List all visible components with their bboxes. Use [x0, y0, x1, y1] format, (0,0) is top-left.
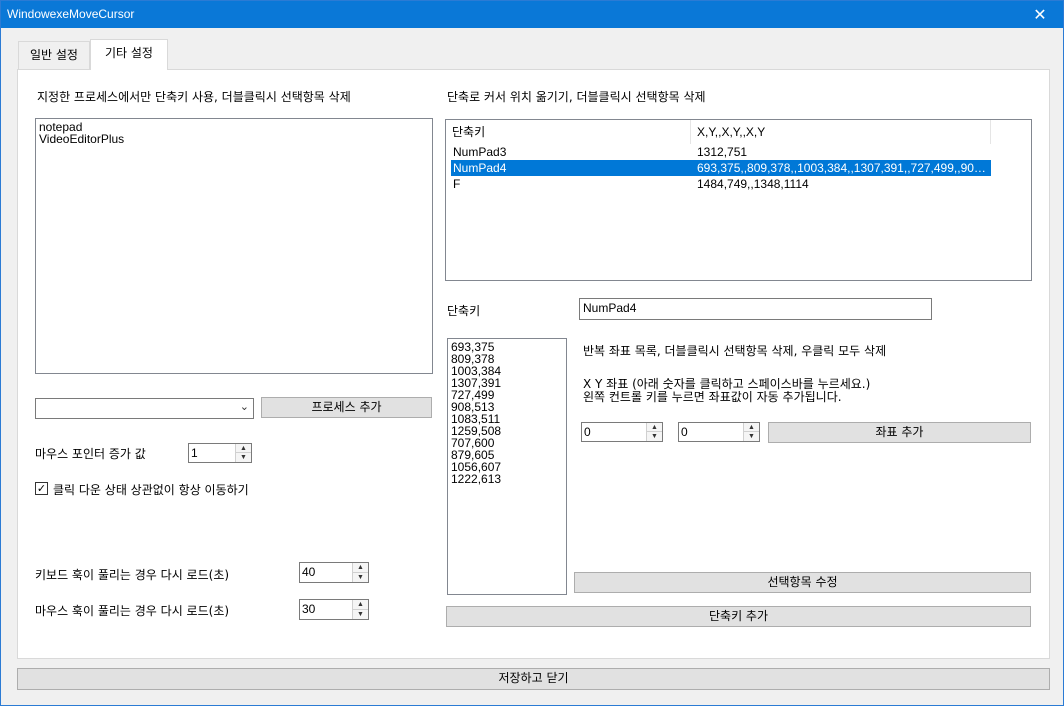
- save-and-close-button[interactable]: 저장하고 닫기: [17, 668, 1050, 690]
- stepper-up-icon[interactable]: ▲: [353, 563, 368, 573]
- add-coord-button[interactable]: 좌표 추가: [768, 422, 1031, 443]
- table-row[interactable]: NumPad3 1312,751: [451, 144, 991, 160]
- stepper-down-icon[interactable]: ▼: [353, 573, 368, 583]
- column-header-coords[interactable]: X,Y,,X,Y,,X,Y: [691, 120, 991, 144]
- mouse-pointer-increment-label: 마우스 포인터 증가 값: [35, 447, 146, 461]
- x-coord-stepper[interactable]: 0 ▲ ▼: [581, 422, 663, 442]
- repeat-coords-info: 반복 좌표 목록, 더블클릭시 선택항목 삭제, 우클릭 모두 삭제: [583, 344, 887, 358]
- tab-other-settings[interactable]: 기타 설정: [90, 39, 168, 70]
- stepper-down-icon[interactable]: ▼: [353, 610, 368, 620]
- always-move-checkbox[interactable]: ✓: [35, 482, 48, 495]
- stepper-up-icon[interactable]: ▲: [647, 423, 662, 432]
- window-title: WindowexeMoveCursor: [7, 7, 135, 21]
- edit-selected-button[interactable]: 선택항목 수정: [574, 572, 1031, 593]
- always-move-label: 클릭 다운 상태 상관없이 항상 이동하기: [53, 483, 249, 497]
- process-heading: 지정한 프로세스에서만 단축키 사용, 더블클릭시 선택항목 삭제: [37, 90, 351, 104]
- stepper-down-icon[interactable]: ▼: [647, 432, 662, 441]
- title-bar[interactable]: WindowexeMoveCursor ✕: [1, 1, 1063, 28]
- stepper-down-icon[interactable]: ▼: [744, 432, 759, 441]
- process-combobox[interactable]: ⌄: [35, 398, 254, 419]
- shortcut-heading: 단축로 커서 위치 옮기기, 더블클릭시 선택항목 삭제: [447, 90, 706, 104]
- list-item[interactable]: VideoEditorPlus: [39, 133, 429, 145]
- shortcut-label: 단축키: [447, 304, 481, 318]
- keyboard-reload-stepper[interactable]: 40 ▲ ▼: [299, 562, 369, 583]
- y-coord-stepper[interactable]: 0 ▲ ▼: [678, 422, 760, 442]
- mouse-reload-stepper[interactable]: 30 ▲ ▼: [299, 599, 369, 620]
- xy-info-line2: 왼쪽 컨트롤 키를 누르면 좌표값이 자동 추가됩니다.: [583, 390, 842, 404]
- chevron-down-icon[interactable]: ⌄: [240, 400, 249, 414]
- stepper-up-icon[interactable]: ▲: [353, 600, 368, 610]
- stepper-up-icon[interactable]: ▲: [744, 423, 759, 432]
- close-icon[interactable]: ✕: [1017, 1, 1063, 28]
- add-process-button[interactable]: 프로세스 추가: [261, 397, 432, 418]
- column-header-shortcut[interactable]: 단축키: [446, 120, 691, 144]
- shortcut-listview[interactable]: 단축키 X,Y,,X,Y,,X,Y NumPad3 1312,751 NumPa…: [445, 119, 1032, 281]
- coord-listbox[interactable]: 693,375 809,378 1003,384 1307,391 727,49…: [447, 338, 567, 595]
- stepper-up-icon[interactable]: ▲: [236, 444, 251, 453]
- mouse-reload-label: 마우스 훅이 풀리는 경우 다시 로드(초): [35, 604, 230, 618]
- add-shortcut-button[interactable]: 단축키 추가: [446, 606, 1031, 627]
- list-item[interactable]: 1222,613: [451, 473, 563, 485]
- keyboard-reload-label: 키보드 훅이 풀리는 경우 다시 로드(초): [35, 568, 230, 582]
- shortcut-input[interactable]: NumPad4: [579, 298, 932, 320]
- app-window: WindowexeMoveCursor ✕ 일반 설정 기타 설정 지정한 프로…: [0, 0, 1064, 706]
- table-row-selected[interactable]: NumPad4 693,375,,809,378,,1003,384,,1307…: [451, 160, 991, 176]
- table-row[interactable]: F 1484,749,,1348,1114: [451, 176, 991, 192]
- tab-general-settings[interactable]: 일반 설정: [18, 41, 90, 69]
- stepper-down-icon[interactable]: ▼: [236, 453, 251, 462]
- mouse-pointer-increment-stepper[interactable]: 1 ▲ ▼: [188, 443, 252, 463]
- process-listbox[interactable]: notepad VideoEditorPlus: [35, 118, 433, 374]
